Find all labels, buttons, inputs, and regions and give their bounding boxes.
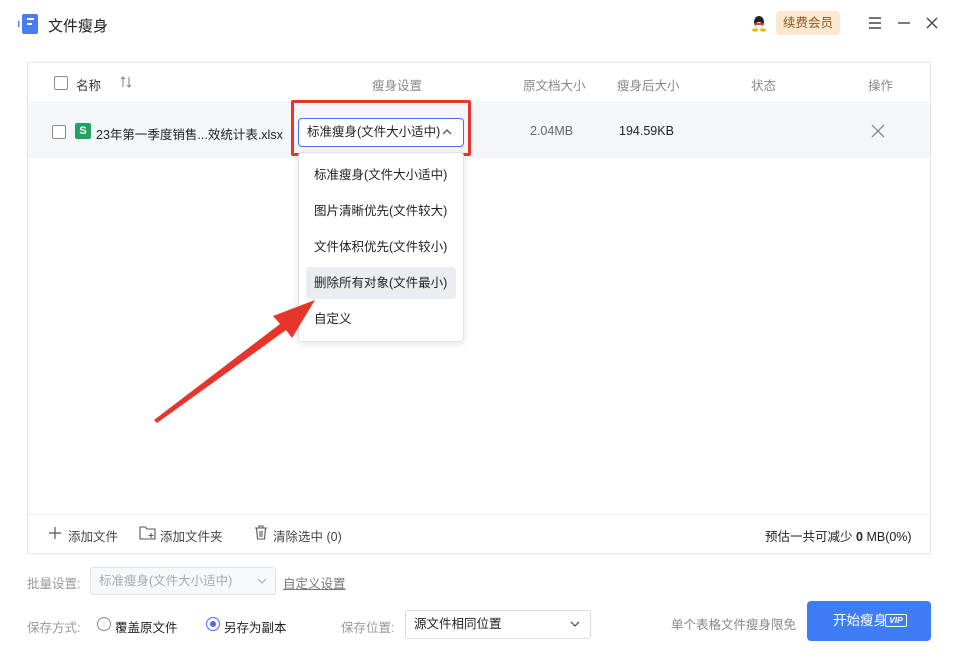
dropdown-option-image-priority[interactable]: 图片清晰优先(文件较大) [306,195,456,227]
add-folder-icon[interactable] [139,525,156,540]
estimate-text: 预估一共可减少 0 MB(0%) [765,526,912,545]
app-logo-icon [18,14,38,34]
free-limit-text: 单个表格文件瘦身限免 [671,618,797,632]
annotation-arrow-icon [154,300,315,423]
add-file-button[interactable]: 添加文件 [68,526,118,545]
start-button-label: 开始瘦身 [833,613,887,628]
chevron-down-icon[interactable] [569,618,581,630]
excel-file-icon: S [75,123,91,139]
remove-file-icon[interactable] [871,124,885,138]
start-slimming-button[interactable]: 开始瘦身 VIP [807,601,931,641]
minimize-icon[interactable] [895,14,913,32]
sort-icon[interactable] [119,75,133,89]
custom-settings-link[interactable]: 自定义设置 [283,573,346,592]
vip-badge: VIP [885,614,907,627]
header-name: 名称 [76,79,102,93]
dropdown-option-delete-objects[interactable]: 删除所有对象(文件最小) [306,267,456,299]
batch-settings-select[interactable]: 标准瘦身(文件大小适中) [90,567,276,595]
estimate-prefix: 预估一共可减少 [765,530,853,544]
overwrite-label[interactable]: 覆盖原文件 [115,617,178,636]
batch-settings-label: 批量设置: [27,577,81,591]
slimmed-size: 194.59KB [619,124,674,138]
estimate-suffix: MB(0%) [866,530,912,544]
clear-selected-button[interactable]: 清除选中 (0) [273,526,342,545]
header-slim-setting: 瘦身设置 [372,79,423,93]
menu-icon[interactable] [866,14,884,32]
save-location-select[interactable]: 源文件相同位置 [405,610,591,639]
header-orig-size: 原文档大小 [523,79,586,93]
table-header [28,63,930,103]
save-copy-radio[interactable] [206,617,220,631]
overwrite-radio[interactable] [97,617,111,631]
dropdown-option-size-priority[interactable]: 文件体积优先(文件较小) [306,231,456,263]
dropdown-option-custom[interactable]: 自定义 [306,303,456,335]
row-checkbox[interactable] [52,125,66,139]
header-action: 操作 [868,79,894,93]
plus-icon[interactable] [48,526,62,540]
header-status: 状态 [751,79,777,93]
add-folder-button[interactable]: 添加文件夹 [160,526,223,545]
chevron-down-icon[interactable] [256,575,268,587]
qq-icon[interactable] [750,14,768,32]
save-copy-label[interactable]: 另存为副本 [224,617,287,636]
save-mode-label: 保存方式: [27,621,81,635]
close-icon[interactable] [923,14,941,32]
highlight-annotation [291,100,471,156]
original-size: 2.04MB [530,124,574,138]
file-name: 23年第一季度销售...效统计表.xlsx [96,128,283,142]
app-title: 文件瘦身 [48,18,109,35]
trash-icon[interactable] [254,525,268,540]
save-location-label: 保存位置: [341,621,395,635]
estimate-value: 0 [856,530,863,544]
renew-vip-button[interactable]: 续费会员 [776,11,840,35]
header-new-size: 瘦身后大小 [617,79,680,93]
dropdown-option-standard[interactable]: 标准瘦身(文件大小适中) [306,159,456,191]
select-all-checkbox[interactable] [54,76,68,90]
